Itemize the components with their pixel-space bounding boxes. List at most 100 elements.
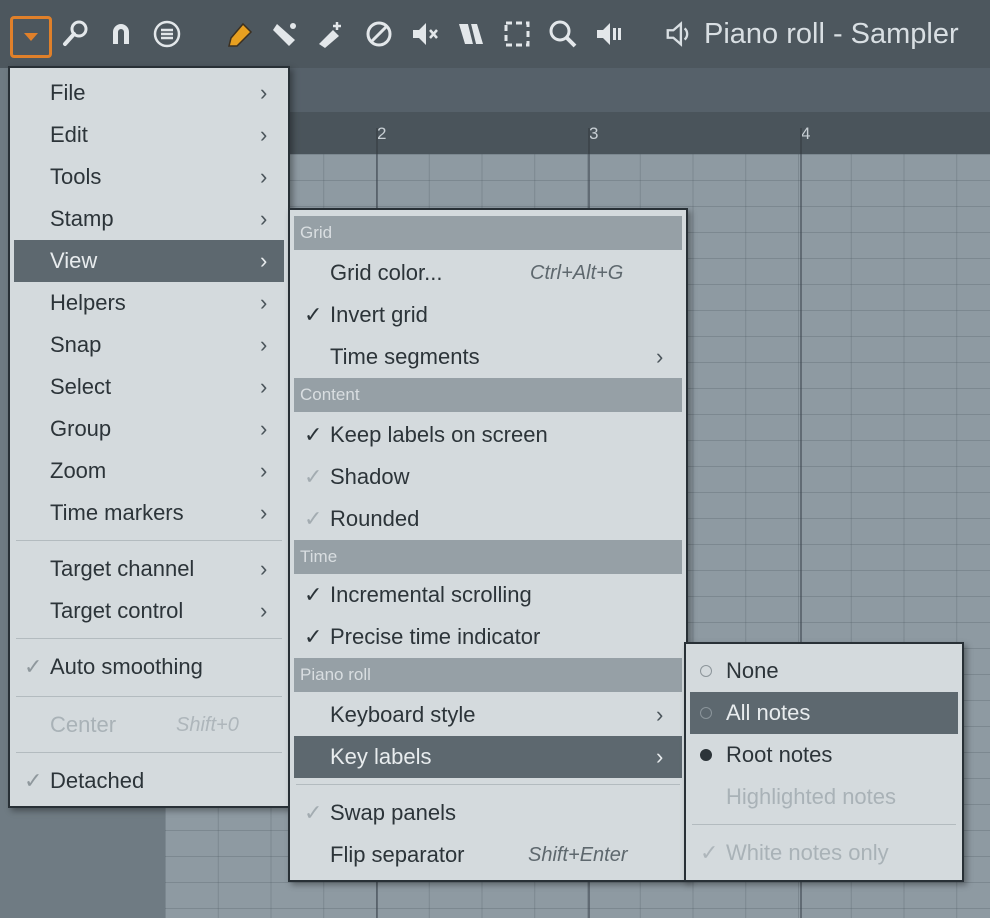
checkmark-icon: ✓ xyxy=(304,464,323,489)
menu-item-highlighted-notes: Highlighted notes xyxy=(686,776,962,818)
menu-item-none[interactable]: None xyxy=(686,650,962,692)
menu-item-flip-separator[interactable]: Flip separator Shift+Enter xyxy=(290,834,686,876)
playback-icon[interactable] xyxy=(590,14,628,54)
event-strip xyxy=(285,68,990,112)
menu-item-group[interactable]: Group › xyxy=(10,408,288,450)
checkmark-icon: ✓ xyxy=(304,582,323,607)
menu-item-file[interactable]: File › xyxy=(10,72,288,114)
toolbar: Piano roll - Sampler xyxy=(0,0,990,69)
submenu-arrow-icon: › xyxy=(260,332,268,357)
radio-icon xyxy=(700,707,712,719)
radio-selected-icon xyxy=(700,749,712,761)
section-header-time: Time xyxy=(294,540,682,574)
menu-item-edit[interactable]: Edit › xyxy=(10,114,288,156)
menu-item-time-markers[interactable]: Time markers › xyxy=(10,492,288,534)
menu-item-label: Keep labels on screen xyxy=(330,422,548,447)
menu-item-invert-grid[interactable]: ✓ Invert grid xyxy=(290,294,686,336)
submenu-arrow-icon: › xyxy=(260,416,268,441)
shortcut-text: Ctrl+Alt+G xyxy=(530,261,624,284)
menu-item-label: Highlighted notes xyxy=(726,784,897,809)
menu-item-detached[interactable]: ✓ Detached xyxy=(10,760,288,802)
select-icon[interactable] xyxy=(498,14,536,54)
submenu-arrow-icon: › xyxy=(260,164,268,189)
mute-speaker-icon[interactable] xyxy=(406,14,444,54)
menu-item-auto-smoothing[interactable]: ✓ Auto smoothing xyxy=(10,646,288,688)
pencil-icon[interactable] xyxy=(222,14,260,54)
wrench-icon[interactable] xyxy=(56,14,94,54)
menu-item-zoom[interactable]: Zoom › xyxy=(10,450,288,492)
menu-item-root-notes[interactable]: Root notes xyxy=(686,734,962,776)
menu-item-key-labels[interactable]: Key labels › xyxy=(294,736,682,778)
slice-icon[interactable] xyxy=(452,14,490,54)
menu-item-helpers[interactable]: Helpers › xyxy=(10,282,288,324)
menu-item-label: None xyxy=(726,658,779,683)
menu-item-keyboard-style[interactable]: Keyboard style › xyxy=(290,694,686,736)
list-icon[interactable] xyxy=(148,14,186,54)
menu-dropdown-icon[interactable] xyxy=(10,16,52,58)
menu-item-label: Tools xyxy=(50,164,102,189)
checkmark-icon: ✓ xyxy=(304,800,323,825)
menu-item-label: Time segments xyxy=(330,344,480,369)
main-menu: File › Edit › Tools › Stamp › View › Hel… xyxy=(8,66,290,808)
time-ruler[interactable]: 2 3 4 xyxy=(285,112,990,156)
checkmark-icon: ✓ xyxy=(304,624,323,649)
checkmark-icon: ✓ xyxy=(304,422,323,447)
menu-item-keep-labels[interactable]: ✓ Keep labels on screen xyxy=(290,414,686,456)
section-header-grid: Grid xyxy=(294,216,682,250)
submenu-arrow-icon: › xyxy=(260,374,268,399)
menu-item-tools[interactable]: Tools › xyxy=(10,156,288,198)
menu-item-label: File xyxy=(50,80,86,105)
ruler-tick xyxy=(800,128,802,154)
menu-item-target-channel[interactable]: Target channel › xyxy=(10,548,288,590)
submenu-arrow-icon: › xyxy=(656,344,664,369)
delete-icon[interactable] xyxy=(312,14,350,54)
menu-item-time-segments[interactable]: Time segments › xyxy=(290,336,686,378)
submenu-arrow-icon: › xyxy=(260,122,268,147)
menu-item-label: Stamp xyxy=(50,206,114,231)
menu-item-center: Center Shift+0 xyxy=(10,704,288,746)
window-title: Piano roll - Sampler xyxy=(664,14,959,54)
menu-item-label: Group xyxy=(50,416,112,441)
menu-item-label: Detached xyxy=(50,768,145,793)
menu-item-label: Keyboard style xyxy=(330,702,476,727)
speaker-icon xyxy=(666,21,689,47)
menu-item-rounded[interactable]: ✓ Rounded xyxy=(290,498,686,540)
menu-item-target-control[interactable]: Target control › xyxy=(10,590,288,632)
radio-icon xyxy=(700,665,712,677)
menu-item-label: White notes only xyxy=(726,840,889,865)
submenu-arrow-icon: › xyxy=(260,556,268,581)
menu-item-white-notes-only: ✓ White notes only xyxy=(686,832,962,874)
checkmark-icon: ✓ xyxy=(304,302,323,327)
menu-item-view[interactable]: View › xyxy=(14,240,284,282)
zoom-icon[interactable] xyxy=(544,14,582,54)
menu-item-select[interactable]: Select › xyxy=(10,366,288,408)
menu-item-label: Center xyxy=(50,712,117,737)
bar-number: 3 xyxy=(589,124,599,143)
menu-item-stamp[interactable]: Stamp › xyxy=(10,198,288,240)
menu-item-grid-color[interactable]: Grid color... Ctrl+Alt+G xyxy=(290,252,686,294)
view-submenu: Grid Grid color... Ctrl+Alt+G ✓ Invert g… xyxy=(288,208,688,882)
menu-item-shadow[interactable]: ✓ Shadow xyxy=(290,456,686,498)
submenu-arrow-icon: › xyxy=(260,80,268,105)
paint-icon[interactable] xyxy=(266,14,304,54)
menu-item-precise-time-indicator[interactable]: ✓ Precise time indicator xyxy=(290,616,686,658)
menu-item-swap-panels[interactable]: ✓ Swap panels xyxy=(290,792,686,834)
submenu-arrow-icon: › xyxy=(260,598,268,623)
menu-item-all-notes[interactable]: All notes xyxy=(690,692,958,734)
ruler-tick xyxy=(588,128,590,154)
menu-item-label: Auto smoothing xyxy=(50,654,203,679)
submenu-arrow-icon: › xyxy=(260,458,268,483)
menu-item-label: Edit xyxy=(50,122,88,147)
menu-separator xyxy=(296,784,680,785)
menu-separator xyxy=(16,696,282,697)
checkmark-icon: ✓ xyxy=(24,768,43,793)
mute-slash-icon[interactable] xyxy=(360,14,398,54)
menu-item-label: Flip separator xyxy=(330,842,465,867)
menu-item-label: Rounded xyxy=(330,506,420,531)
menu-item-label: Incremental scrolling xyxy=(330,582,532,607)
menu-item-snap[interactable]: Snap › xyxy=(10,324,288,366)
menu-item-incremental-scrolling[interactable]: ✓ Incremental scrolling xyxy=(290,574,686,616)
checkmark-icon: ✓ xyxy=(304,506,323,531)
bar-number: 4 xyxy=(801,124,811,143)
magnet-icon[interactable] xyxy=(102,14,140,54)
